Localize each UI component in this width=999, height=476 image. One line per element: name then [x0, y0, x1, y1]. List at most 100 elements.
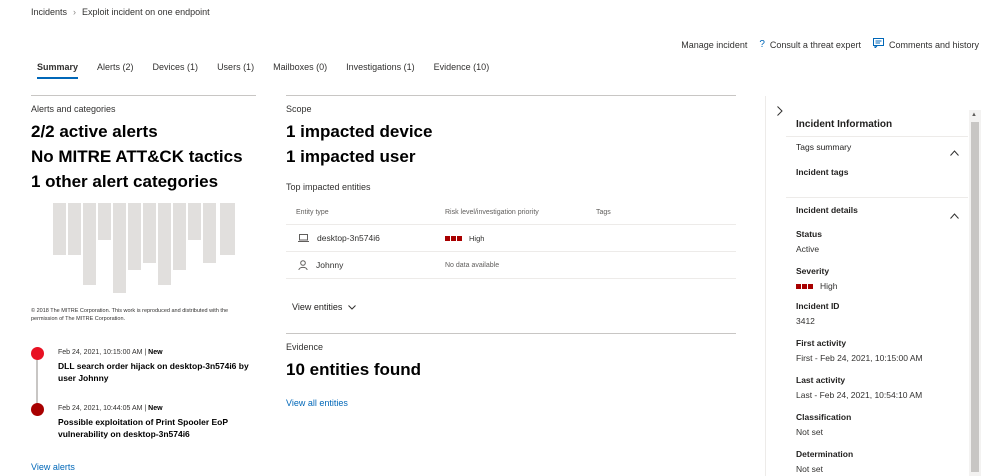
evidence-heading: Evidence	[286, 342, 324, 352]
mitre-tactic-column	[68, 203, 81, 255]
entity-name-link[interactable]: Johnny	[316, 260, 343, 270]
incident-id-value: 3412	[796, 316, 815, 326]
collapse-panel-button[interactable]	[777, 103, 783, 121]
consult-threat-expert-button[interactable]: ? Consult a threat expert	[759, 39, 861, 50]
alert-timestamp: Feb 24, 2021, 10:15:00 AM | New	[58, 349, 163, 356]
classification-value: Not set	[796, 427, 823, 437]
table-header: Entity type Risk level/investigation pri…	[286, 200, 736, 225]
divider	[786, 197, 968, 198]
breadcrumb-incidents-link[interactable]: Incidents	[31, 7, 67, 17]
impacted-devices-count: 1 impacted device	[286, 122, 433, 141]
chevron-right-icon	[777, 103, 783, 120]
mitre-tactic-column	[98, 203, 111, 240]
table-row[interactable]: desktop-3n574i6 High	[286, 225, 736, 252]
scroll-up-arrow-icon[interactable]: ▲	[971, 112, 977, 118]
panel-title: Incident Information	[796, 119, 893, 130]
risk-cell: No data available	[445, 262, 500, 269]
impacted-users-count: 1 impacted user	[286, 147, 416, 166]
severity-high-icon	[796, 283, 814, 289]
tab-users[interactable]: Users (1)	[217, 62, 254, 79]
mitre-tactic-column	[188, 203, 201, 240]
chevron-right-icon: ›	[73, 7, 77, 17]
alert-title-link[interactable]: DLL search order hijack on desktop-3n574…	[58, 360, 253, 384]
last-activity-label: Last activity	[796, 375, 846, 385]
chevron-down-icon	[348, 302, 357, 312]
tab-alerts[interactable]: Alerts (2)	[97, 62, 134, 79]
view-alerts-link[interactable]: View alerts	[31, 462, 75, 472]
view-entities-button[interactable]: View entities	[292, 302, 357, 312]
mitre-tactic-column	[220, 203, 235, 255]
mitre-copyright: © 2018 The MITRE Corporation. This work …	[31, 308, 229, 322]
mitre-tactic-column	[158, 203, 171, 285]
determination-value: Not set	[796, 464, 823, 474]
risk-cell: High	[445, 234, 484, 243]
last-activity-value: Last - Feb 24, 2021, 10:54:10 AM	[796, 390, 923, 400]
determination-label: Determination	[796, 449, 854, 459]
alert-title-link[interactable]: Possible exploitation of Print Spooler E…	[58, 416, 253, 440]
tags-summary-toggle[interactable]: Tags summary	[796, 142, 851, 152]
chevron-up-icon[interactable]	[950, 143, 959, 161]
entity-cell: desktop-3n574i6	[298, 233, 380, 243]
mitre-attack-grid	[53, 203, 235, 293]
comment-icon	[872, 38, 884, 51]
breadcrumb-current: Exploit incident on one endpoint	[82, 7, 210, 17]
user-icon	[298, 260, 308, 270]
column-header: Entity type	[296, 209, 329, 216]
mitre-tactic-column	[83, 203, 96, 285]
view-entities-label: View entities	[292, 302, 343, 312]
severity-value: High	[796, 281, 837, 291]
column-header: Risk level/investigation priority	[445, 209, 539, 216]
incident-tags-label: Incident tags	[796, 167, 849, 177]
entity-name-link[interactable]: desktop-3n574i6	[317, 233, 380, 243]
alert-severity-dot	[31, 347, 44, 360]
status-value: Active	[796, 244, 820, 254]
incident-details-toggle[interactable]: Incident details	[796, 205, 858, 215]
status-label: Status	[796, 229, 822, 239]
panel-divider	[765, 96, 766, 476]
breadcrumb: Incidents › Exploit incident on one endp…	[31, 7, 210, 17]
mitre-tactic-column	[203, 203, 216, 263]
incident-tabs: Summary Alerts (2) Devices (1) Users (1)…	[37, 62, 508, 79]
mitre-tactic-column	[53, 203, 66, 255]
manage-incident-label: Manage incident	[681, 39, 748, 50]
divider	[286, 333, 736, 334]
classification-label: Classification	[796, 412, 852, 422]
first-activity-value: First - Feb 24, 2021, 10:15:00 AM	[796, 353, 923, 363]
alerts-section-heading: Alerts and categories	[31, 104, 116, 114]
chevron-up-icon[interactable]	[950, 206, 959, 224]
table-row[interactable]: Johnny No data available	[286, 252, 736, 279]
entity-cell: Johnny	[298, 260, 343, 270]
mitre-tactics-summary: No MITRE ATT&CK tactics	[31, 147, 243, 166]
severity-label: Severity	[796, 266, 830, 276]
severity-high-icon	[445, 236, 463, 241]
tab-summary[interactable]: Summary	[37, 62, 79, 79]
comments-history-button[interactable]: Comments and history	[872, 38, 979, 51]
divider	[286, 95, 736, 96]
tab-evidence[interactable]: Evidence (10)	[434, 62, 490, 79]
column-header: Tags	[596, 209, 611, 216]
alert-timestamp: Feb 24, 2021, 10:44:05 AM | New	[58, 405, 163, 412]
divider	[786, 136, 968, 137]
active-alerts-count: 2/2 active alerts	[31, 122, 158, 141]
scrollbar-thumb[interactable]	[971, 122, 979, 472]
tab-investigations[interactable]: Investigations (1)	[346, 62, 415, 79]
consult-label: Consult a threat expert	[769, 39, 861, 50]
manage-incident-button[interactable]: Manage incident	[681, 40, 747, 50]
alert-severity-dot	[31, 403, 44, 416]
entities-table: Entity type Risk level/investigation pri…	[286, 200, 736, 279]
laptop-icon	[298, 234, 309, 242]
panel-scrollbar[interactable]: ▲	[969, 110, 981, 476]
incident-id-label: Incident ID	[796, 301, 840, 311]
mitre-tactic-column	[173, 203, 186, 270]
tab-mailboxes[interactable]: Mailboxes (0)	[273, 62, 327, 79]
other-categories-summary: 1 other alert categories	[31, 172, 219, 191]
mitre-tactic-column	[143, 203, 156, 263]
view-all-entities-link[interactable]: View all entities	[286, 398, 348, 408]
evidence-count: 10 entities found	[286, 360, 422, 379]
question-icon: ?	[759, 39, 765, 50]
first-activity-label: First activity	[796, 338, 847, 348]
tab-devices[interactable]: Devices (1)	[153, 62, 199, 79]
mitre-tactic-column	[113, 203, 126, 293]
mitre-tactic-column	[128, 203, 141, 270]
scope-heading: Scope	[286, 104, 312, 114]
